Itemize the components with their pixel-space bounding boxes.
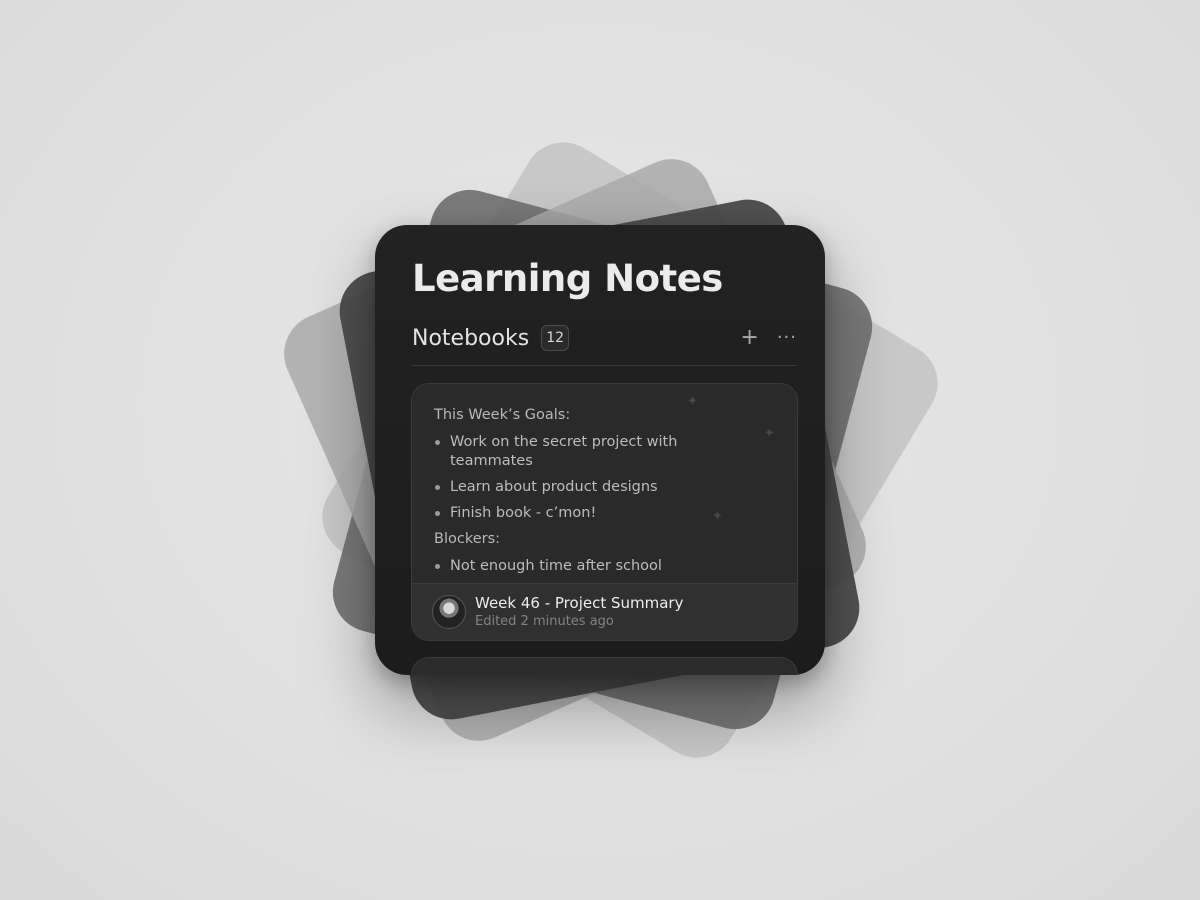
blocker-item-text: Not enough time after school <box>450 558 662 574</box>
learning-notes-widget: Learning Notes Notebooks 12 + ··· ✦ ✦ ✦ … <box>375 225 825 675</box>
goal-item-text: Work on the secret project with teammate… <box>450 434 678 469</box>
notebooks-label: Notebooks <box>412 325 530 351</box>
divider <box>412 365 797 366</box>
goals-list: Work on the secret project with teammate… <box>434 433 777 523</box>
list-item: Work on the secret project with teammate… <box>434 433 777 471</box>
header-actions: + ··· <box>740 327 797 349</box>
note-content: This Week’s Goals: Work on the secret pr… <box>434 406 777 583</box>
goal-item-text: Finish book - c’mon! <box>450 505 597 521</box>
note-footer[interactable]: Week 46 - Project Summary Edited 2 minut… <box>412 583 797 640</box>
plus-icon[interactable]: + <box>740 327 758 349</box>
next-note-card[interactable] <box>411 657 798 675</box>
avatar <box>432 595 466 629</box>
note-footer-text: Week 46 - Project Summary Edited 2 minut… <box>475 594 683 630</box>
notebooks-count-badge: 12 <box>541 325 570 351</box>
blockers-list: Not enough time after school <box>434 557 777 576</box>
list-item: Not enough time after school <box>434 557 777 576</box>
note-title: Week 46 - Project Summary <box>475 594 684 612</box>
list-item: Finish book - c’mon! <box>434 504 777 523</box>
blockers-heading: Blockers: <box>434 531 501 547</box>
widget-title: Learning Notes <box>412 257 723 300</box>
goals-heading: This Week’s Goals: <box>434 407 571 423</box>
list-item: Learn about product designs <box>434 478 777 497</box>
notebooks-header: Notebooks 12 + ··· <box>412 321 797 355</box>
canvas: Learning Notes Notebooks 12 + ··· ✦ ✦ ✦ … <box>0 0 1200 900</box>
goal-item-text: Learn about product designs <box>450 479 658 495</box>
note-edited-meta: Edited 2 minutes ago <box>475 614 614 629</box>
note-card[interactable]: ✦ ✦ ✦ This Week’s Goals: Work on the sec… <box>411 383 798 641</box>
ellipsis-icon[interactable]: ··· <box>777 327 797 349</box>
